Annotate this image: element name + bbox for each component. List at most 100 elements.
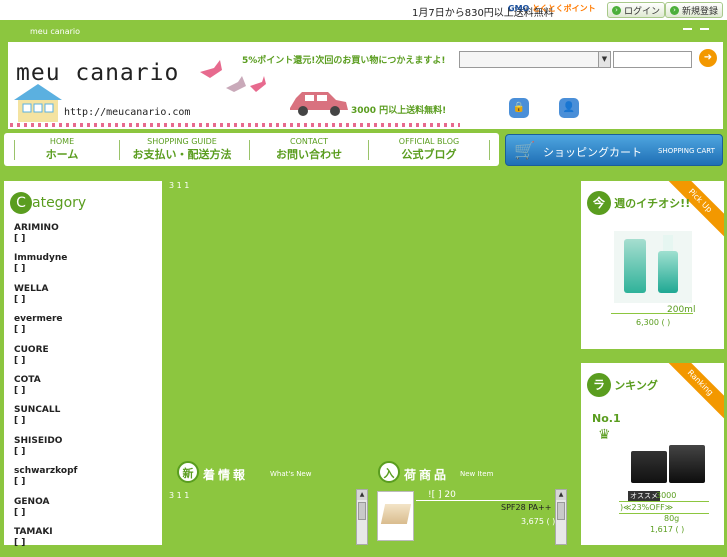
category-name[interactable]: GENOA — [14, 497, 49, 507]
news-scrollbar[interactable]: ▲ — [356, 489, 368, 545]
category-item[interactable]: COTA[ ] — [14, 375, 154, 405]
ranking-price[interactable]: 3000 — [656, 491, 676, 500]
nav-divider — [119, 140, 120, 160]
cart-icon: 🛒 — [514, 141, 536, 161]
nav-home[interactable]: HOME ホーム — [16, 137, 108, 163]
nav-en-label: OFFICIAL BLOG — [398, 137, 460, 146]
divider — [619, 501, 709, 502]
cart-en-label: SHOPPING CART — [658, 147, 715, 155]
nav-official-blog[interactable]: OFFICIAL BLOG 公式ブログ — [374, 137, 484, 163]
arrow-icon: › — [612, 6, 621, 15]
item-count: 3 1 1 — [169, 181, 190, 190]
ranking-ribbon: Ranking — [660, 363, 724, 423]
new-item-card[interactable]: ![ ] 20 SPF28 PA++ 3,675 ( ) — [376, 488, 566, 545]
ranking-discount: )≪23%OFF≫ — [620, 503, 674, 512]
nav-jp-label: 公式ブログ — [401, 148, 457, 161]
category-item[interactable]: Immudyne[ ] — [14, 253, 154, 283]
chevron-down-icon: ▼ — [598, 52, 610, 67]
scroll-thumb[interactable] — [557, 502, 565, 520]
category-item[interactable]: schwarzkopf[ ] — [14, 466, 154, 496]
category-name[interactable]: WELLA — [14, 284, 49, 294]
compact-powder-image — [380, 504, 412, 524]
newitem-title-en: New Item — [460, 470, 494, 478]
category-item[interactable]: evermere[ ] — [14, 314, 154, 344]
site-name: meu canario — [30, 27, 81, 36]
decorative-border — [10, 123, 460, 127]
newitem-scrollbar[interactable]: ▲ — [555, 489, 567, 545]
login-button[interactable]: › ログイン — [607, 2, 666, 18]
nav-en-label: CONTACT — [290, 137, 328, 146]
cart-jp-label: ショッピングカート — [543, 146, 642, 159]
ranking-heading: ラ ンキング — [587, 373, 658, 397]
category-item[interactable]: TAMAKI[ ] — [14, 527, 154, 557]
divider — [611, 313, 693, 314]
pickup-product-image[interactable] — [614, 231, 692, 303]
category-item[interactable]: GENOA[ ] — [14, 497, 154, 527]
whats-new-heading: 新 着情報 What's New — [177, 461, 337, 485]
minimize-icon[interactable] — [683, 28, 692, 30]
category-item[interactable]: ARIMINO[ ] — [14, 223, 154, 253]
category-name[interactable]: evermere — [14, 314, 63, 324]
category-item[interactable]: WELLA[ ] — [14, 284, 154, 314]
category-sub: [ ] — [14, 264, 26, 275]
register-button[interactable]: › 新規登録 — [665, 2, 724, 18]
search-input[interactable] — [613, 51, 692, 68]
newitem-initial: 入 — [378, 461, 400, 483]
gmo-point-logo: GMO とくとくポイント — [508, 3, 596, 17]
news-count: 3 1 1 — [169, 491, 190, 500]
category-sub: [ ] — [14, 416, 26, 427]
minimize-icon[interactable] — [700, 28, 709, 30]
bottle-cap-image — [663, 235, 673, 251]
nav-divider — [489, 140, 490, 160]
category-name[interactable]: COTA — [14, 375, 41, 385]
divider — [416, 500, 541, 501]
category-initial: C — [10, 192, 32, 214]
crown-icon: ♛ — [598, 427, 611, 443]
shipping-promo: 3000 円以上送料無料! — [351, 106, 447, 116]
user-icon[interactable]: 👤 — [559, 98, 579, 118]
category-name[interactable]: ARIMINO — [14, 223, 59, 233]
shopping-cart-button[interactable]: 🛒 ショッピングカート SHOPPING CART — [505, 134, 723, 166]
category-name[interactable]: Immudyne — [14, 253, 67, 263]
site-url: http://meucanario.com — [64, 107, 191, 118]
category-name[interactable]: TAMAKI — [14, 527, 53, 537]
category-title-text: ategory — [32, 195, 87, 211]
header: meu canario http://meucanario.com 5%ポイント… — [8, 42, 723, 129]
category-sub: [ ] — [14, 355, 26, 366]
nav-shopping-guide[interactable]: SHOPPING GUIDE お支払い・配送方法 — [122, 137, 242, 163]
product-title[interactable]: ![ ] 20 — [428, 490, 456, 500]
scroll-up-icon[interactable]: ▲ — [556, 490, 566, 500]
category-name[interactable]: SHISEIDO — [14, 436, 62, 446]
category-item[interactable]: SUNCALL[ ] — [14, 405, 154, 435]
search-button[interactable]: ➜ — [699, 49, 717, 67]
category-name[interactable]: schwarzkopf — [14, 466, 77, 476]
rank-number: No.1 — [592, 412, 621, 425]
category-item[interactable]: CUORE[ ] — [14, 345, 154, 375]
nav-contact[interactable]: CONTACT お問い合わせ — [256, 137, 362, 163]
lock-icon[interactable]: 🔒 — [509, 98, 529, 118]
category-sub: [ ] — [14, 446, 26, 457]
ranking-product-image[interactable] — [629, 445, 707, 485]
bottle-image — [624, 239, 646, 293]
scroll-thumb[interactable] — [358, 502, 366, 520]
scroll-up-icon[interactable]: ▲ — [357, 490, 367, 500]
nav-jp-label: ホーム — [45, 148, 79, 161]
category-select[interactable]: ▼ — [459, 51, 611, 68]
category-sidebar: Category ARIMINO[ ] Immudyne[ ] WELLA[ ]… — [4, 181, 162, 548]
pickup-panel: Pick Up 今 週のイチオシ!! 200ml 6,300 ( ) — [581, 181, 724, 349]
category-name[interactable]: SUNCALL — [14, 405, 60, 415]
pickup-initial: 今 — [587, 191, 611, 215]
register-label: 新規登録 — [682, 7, 719, 17]
category-item[interactable]: SHISEIDO[ ] — [14, 436, 154, 466]
category-name[interactable]: CUORE — [14, 345, 49, 355]
news-title: 着情報 — [203, 468, 249, 482]
product-thumbnail[interactable] — [377, 491, 414, 541]
product-spf: SPF28 PA++ — [501, 503, 552, 512]
category-sub: [ ] — [14, 325, 26, 336]
category-title: Category — [10, 192, 86, 214]
nav-jp-label: お支払い・配送方法 — [132, 148, 232, 161]
nav-divider — [249, 140, 250, 160]
arrow-icon: ➜ — [703, 52, 713, 63]
ranking-sale-price: 1,617 ( ) — [650, 525, 685, 534]
pickup-title: 週のイチオシ!! — [614, 197, 691, 210]
